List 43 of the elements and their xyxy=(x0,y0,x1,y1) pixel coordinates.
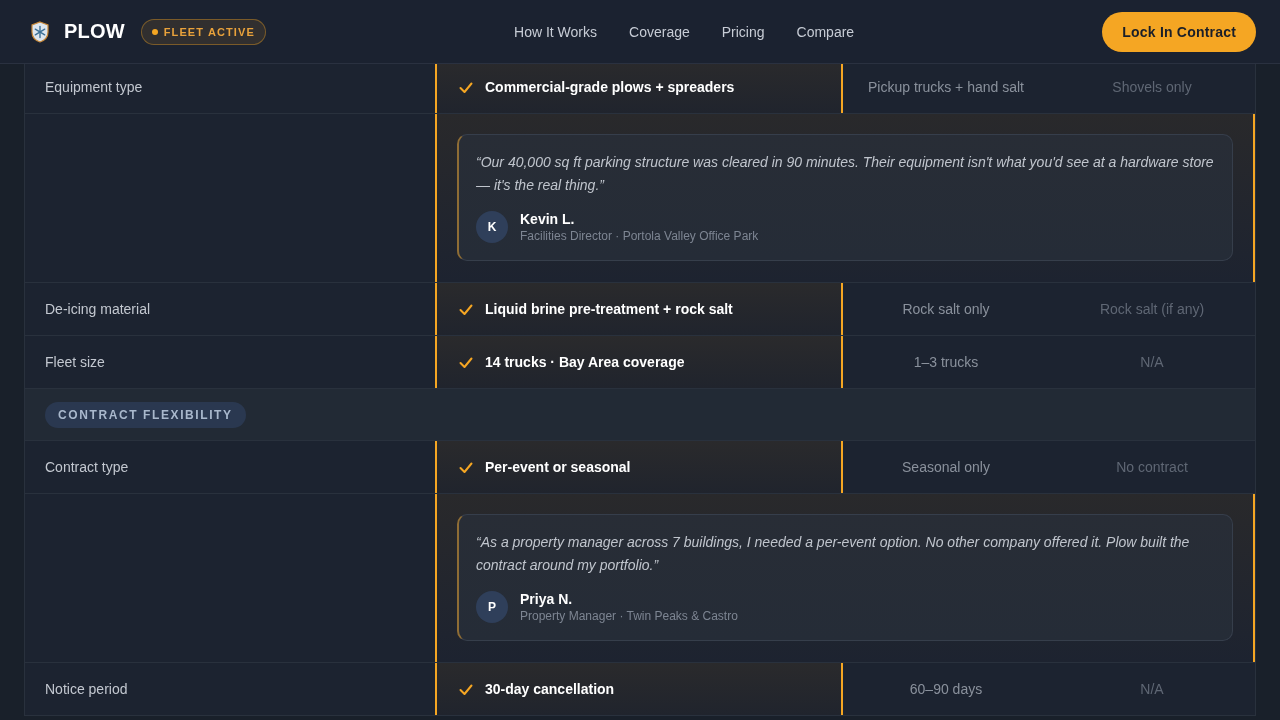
nav-link[interactable]: Coverage xyxy=(629,23,690,40)
check-icon xyxy=(459,682,473,696)
check-icon xyxy=(459,355,473,369)
comparison-value: Rock salt (if any) xyxy=(1099,301,1205,317)
author-role: Facilities Director · Portola Valley Office Park xyxy=(520,229,759,243)
comparison-value: 1–3 trucks xyxy=(913,354,979,370)
feature-label: De-icing material xyxy=(45,301,151,317)
author-name: Priya N. xyxy=(520,591,574,607)
comparison-value: Pickup trucks + hand salt xyxy=(868,79,1024,95)
highlighted-value: 14 trucks · Bay Area coverage xyxy=(485,354,685,370)
highlighted-value: 30-day cancellation xyxy=(485,681,615,697)
status-dot-icon xyxy=(151,28,158,35)
feature-label: Fleet size xyxy=(45,354,105,370)
shield-snowflake-icon xyxy=(31,20,49,43)
comparison-value: Seasonal only xyxy=(902,459,990,475)
comparison-value: Rock salt only xyxy=(902,301,990,317)
comparison-value: Shovels only xyxy=(1112,79,1192,95)
feature-label: Equipment type xyxy=(45,79,143,95)
check-icon xyxy=(459,460,473,474)
highlighted-value: Liquid brine pre-treatment + rock salt xyxy=(485,301,733,317)
testimonial-quote: “Our 40,000 sq ft parking structure was cleared in 90 minutes. Their equipment isn't what you'd see at a hardware store — it's the real thing.” xyxy=(476,153,1214,195)
comparison-value: N/A xyxy=(1140,681,1164,697)
nav-link[interactable]: Compare xyxy=(796,23,855,40)
check-icon xyxy=(459,302,473,316)
author-role: Property Manager · Twin Peaks & Castro xyxy=(520,609,738,623)
author-avatar: P xyxy=(476,591,508,623)
nav-link[interactable]: Pricing xyxy=(721,23,765,40)
check-icon xyxy=(459,80,473,94)
feature-label: Contract type xyxy=(45,459,129,475)
testimonial-quote: “As a property manager across 7 buildings, I needed a per-event option. No other company offered it. Plow built the contract around my portfolio.” xyxy=(476,533,1191,575)
author-name: Kevin L. xyxy=(520,211,576,227)
highlighted-value: Per-event or seasonal xyxy=(485,459,631,475)
badge-label: FLEET ACTIVE xyxy=(163,25,255,38)
highlighted-value: Commercial-grade plows + spreaders xyxy=(485,79,735,95)
comparison-value: N/A xyxy=(1140,354,1164,370)
nav-link[interactable]: How It Works xyxy=(514,23,598,40)
feature-label: Notice period xyxy=(45,681,128,697)
comparison-value: No contract xyxy=(1116,459,1188,475)
brand-name: PLOW xyxy=(64,20,125,43)
comparison-value: 60–90 days xyxy=(909,681,983,697)
section-label: CONTRACT FLEXIBILITY xyxy=(45,401,246,428)
cta-button[interactable]: Lock In Contract xyxy=(1102,11,1256,52)
author-avatar: K xyxy=(476,211,508,243)
